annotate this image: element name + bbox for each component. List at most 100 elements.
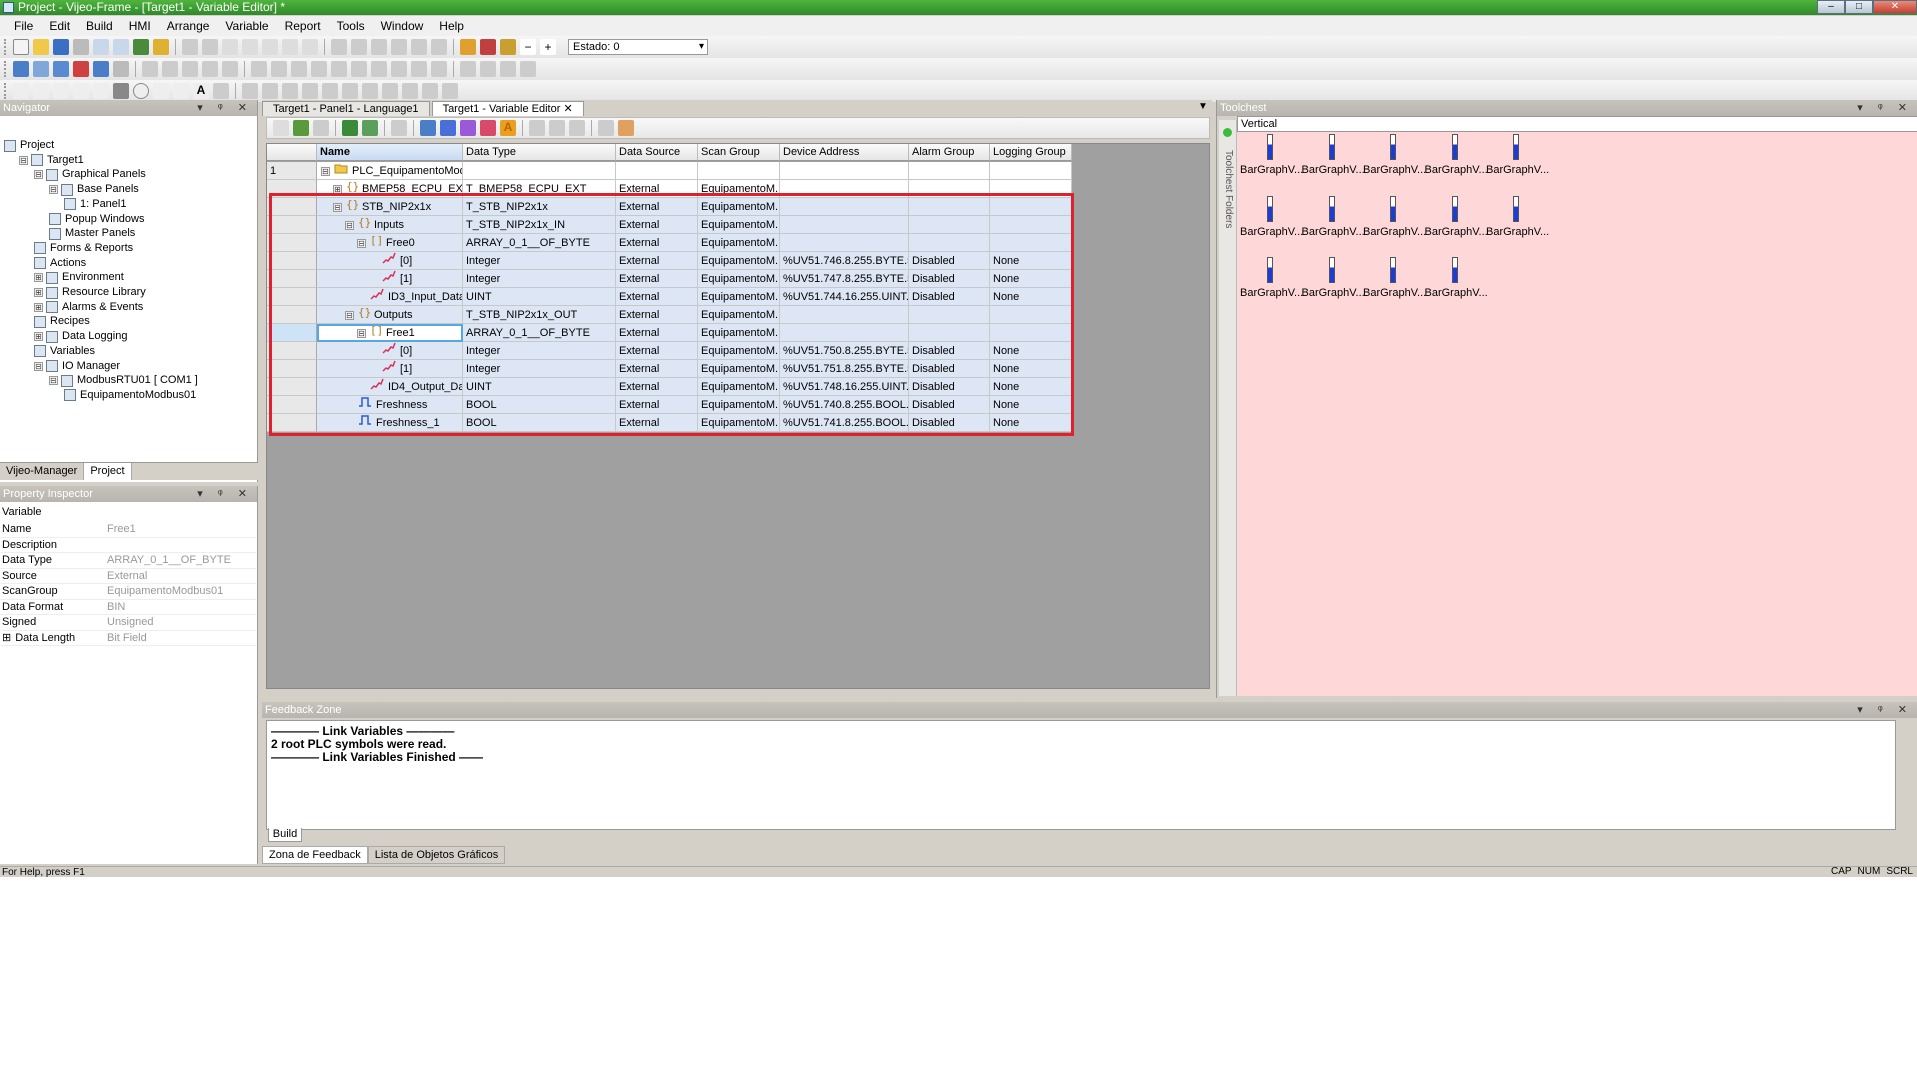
arc-icon[interactable] — [153, 83, 169, 99]
toolchest-item[interactable]: BarGraphV... — [1363, 257, 1426, 299]
line-icon[interactable] — [53, 83, 69, 99]
menu-file[interactable]: File — [6, 19, 41, 33]
same-size-icon[interactable] — [391, 61, 407, 77]
toolchest-item[interactable]: BarGraphV... — [1302, 134, 1365, 176]
front-icon[interactable] — [460, 61, 476, 77]
grid-cell-scan[interactable] — [698, 162, 780, 180]
link-variables-icon[interactable] — [293, 120, 309, 136]
toolchest-item[interactable]: BarGraphV... — [1363, 134, 1426, 176]
grid-cell-log[interactable] — [990, 162, 1072, 180]
property-value[interactable]: BIN — [107, 600, 125, 615]
tree-node[interactable]: Master Panels — [49, 226, 135, 241]
snap-icon[interactable] — [222, 61, 238, 77]
tab-build[interactable]: Build — [268, 828, 302, 842]
download-icon[interactable] — [133, 39, 149, 55]
toolchest-item[interactable]: BarGraphV... — [1240, 195, 1303, 238]
expander-icon[interactable]: ⊟ — [49, 376, 58, 386]
ungroup-icon[interactable] — [431, 61, 447, 77]
user-icon[interactable] — [460, 39, 476, 55]
minimize-button[interactable]: – — [1817, 0, 1845, 14]
print-icon[interactable] — [73, 39, 89, 55]
align-right-icon[interactable] — [291, 61, 307, 77]
property-row[interactable]: Signed Unsigned — [0, 615, 256, 631]
meter-icon[interactable] — [322, 83, 338, 99]
polygon-icon[interactable] — [173, 83, 189, 99]
close-tab-icon[interactable]: ✕ — [563, 103, 572, 115]
import-icon[interactable] — [549, 120, 565, 136]
tree-node[interactable]: ⊞ Environment — [34, 270, 124, 285]
sort-icon[interactable] — [529, 120, 545, 136]
align-bottom-icon[interactable] — [351, 61, 367, 77]
tree-node[interactable]: ⊟ Base Panels — [49, 182, 139, 197]
property-value[interactable]: EquipamentoModbus01 — [107, 584, 223, 599]
tab-project[interactable]: Project — [84, 463, 132, 480]
hierarchy-icon[interactable] — [598, 120, 614, 136]
save-icon[interactable] — [53, 39, 69, 55]
property-value[interactable]: External — [107, 569, 147, 584]
frame-icon[interactable] — [500, 61, 516, 77]
rotate-icon[interactable] — [162, 61, 178, 77]
tree-node[interactable]: Forms & Reports — [34, 241, 133, 256]
column-header[interactable]: Scan Group — [698, 144, 780, 161]
expander-icon[interactable]: ⊟ — [19, 155, 28, 165]
picture-icon[interactable] — [520, 61, 536, 77]
expander-icon[interactable]: ⊞ — [34, 302, 43, 312]
maximize-button[interactable]: □ — [1845, 0, 1873, 14]
toolchest-item[interactable]: BarGraphV... — [1425, 257, 1488, 299]
toolchest-item[interactable]: BarGraphV... — [1363, 195, 1426, 238]
lamp-icon[interactable] — [262, 83, 278, 99]
record-icon[interactable] — [73, 61, 89, 77]
toolchest-category[interactable]: Vertical — [1237, 116, 1917, 132]
tab-vijeo-manager[interactable]: Vijeo-Manager — [0, 463, 85, 480]
stop-icon[interactable] — [371, 39, 387, 55]
grid-cell-source[interactable] — [616, 162, 698, 180]
flip-icon[interactable] — [182, 61, 198, 77]
panel-controls[interactable]: ▾ ᵠ ✕ — [197, 100, 253, 116]
toolchest-item[interactable]: BarGraphV... — [1302, 257, 1365, 299]
tree-node[interactable]: ⊟ Target1 — [19, 153, 84, 168]
property-value[interactable]: ARRAY_0_1__OF_BYTE — [107, 553, 231, 568]
zoom-icon[interactable] — [53, 61, 69, 77]
tab-list-icon[interactable]: ▼ — [1198, 101, 1208, 112]
menu-build[interactable]: Build — [78, 19, 121, 33]
property-row[interactable]: Name Free1 — [0, 522, 256, 538]
plus-icon[interactable]: + — [540, 39, 556, 55]
copy-icon[interactable] — [242, 39, 258, 55]
button-tool-icon[interactable] — [242, 83, 258, 99]
spreadsheet-icon[interactable] — [342, 120, 358, 136]
expander-icon[interactable]: ⊞ — [34, 332, 43, 342]
trend-icon[interactable] — [422, 83, 438, 99]
menu-report[interactable]: Report — [277, 19, 329, 33]
panel-list-icon[interactable] — [33, 61, 49, 77]
simulate-icon[interactable] — [153, 39, 169, 55]
refresh-icon[interactable] — [391, 39, 407, 55]
slider-icon[interactable] — [382, 83, 398, 99]
align-middle-icon[interactable] — [331, 61, 347, 77]
tree-node[interactable]: ⊟ Graphical Panels — [34, 167, 146, 182]
rectangle-icon[interactable] — [113, 83, 129, 99]
layers-icon[interactable] — [113, 61, 129, 77]
menu-tools[interactable]: Tools — [329, 19, 373, 33]
state-selector[interactable]: Estado: 0 — [564, 39, 708, 55]
property-row[interactable]: Source External — [0, 569, 256, 584]
property-value[interactable]: Unsigned — [107, 615, 153, 630]
panel-controls[interactable]: ▾ ᵠ ✕ — [197, 486, 253, 502]
column-header[interactable]: Device Address — [780, 144, 909, 161]
column-header[interactable]: Alarm Group — [909, 144, 990, 161]
property-row[interactable]: Data Format BIN — [0, 600, 256, 615]
lock-icon[interactable] — [500, 39, 516, 55]
target-icon[interactable] — [202, 61, 218, 77]
delete-variable-icon[interactable] — [313, 120, 329, 136]
menu-variable[interactable]: Variable — [217, 19, 276, 33]
tree-view-icon[interactable] — [362, 120, 378, 136]
close-button[interactable]: ✕ — [1873, 0, 1917, 14]
tank-icon[interactable] — [362, 83, 378, 99]
expander-icon[interactable]: ⊞ — [34, 288, 43, 297]
panel-controls[interactable]: ▾ ᵠ ✕ — [1857, 702, 1913, 718]
tree-node[interactable]: ⊞ Alarms & Events — [34, 300, 143, 315]
expander-icon[interactable]: ⊟ — [49, 185, 58, 195]
column-header[interactable]: Name — [317, 144, 463, 161]
build-icon[interactable] — [113, 39, 129, 55]
tab-panel1[interactable]: Target1 - Panel1 - Language1 — [262, 101, 430, 116]
tab-variable-editor[interactable]: Target1 - Variable Editor ✕ — [431, 101, 584, 116]
